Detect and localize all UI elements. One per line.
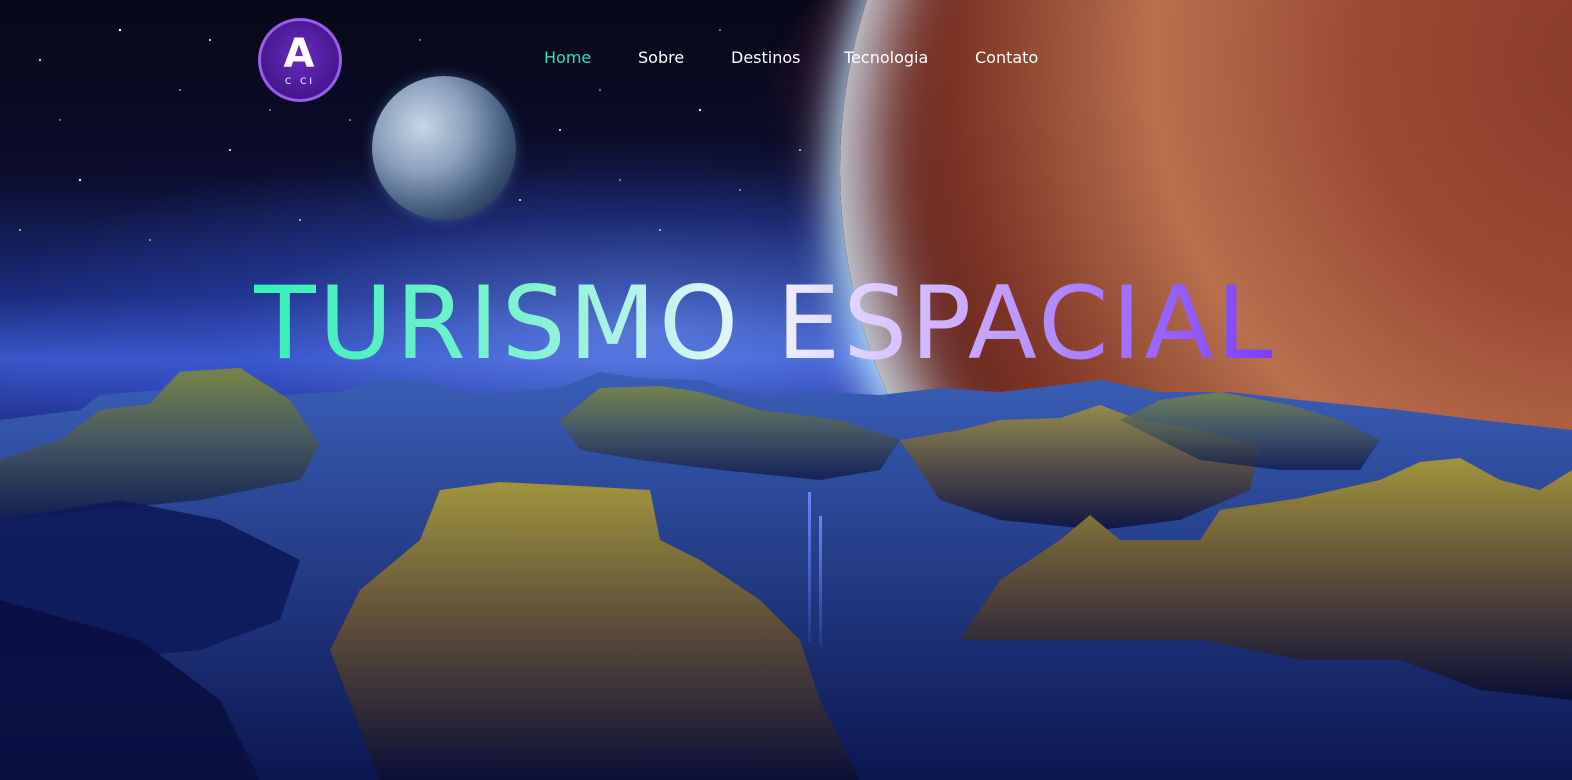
nav-item-sobre[interactable]: Sobre [638,48,684,67]
logo-letter: A [283,31,317,77]
light-beam [808,492,811,642]
light-beam [819,516,822,646]
hero-title: TURISMO ESPACIAL [254,264,1276,382]
nav-item-destinos[interactable]: Destinos [731,48,800,67]
nav-item-tecnologia[interactable]: Tecnologia [844,48,928,67]
logo-subtitle: C CI [284,77,316,87]
site-logo[interactable]: A C CI [258,18,342,102]
nav-item-home[interactable]: Home [544,48,591,67]
hero-section: A C CI Home Sobre Destinos Tecnologia Co… [0,0,1572,780]
canyon-landscape [0,368,1572,780]
nav-item-contato[interactable]: Contato [975,48,1038,67]
